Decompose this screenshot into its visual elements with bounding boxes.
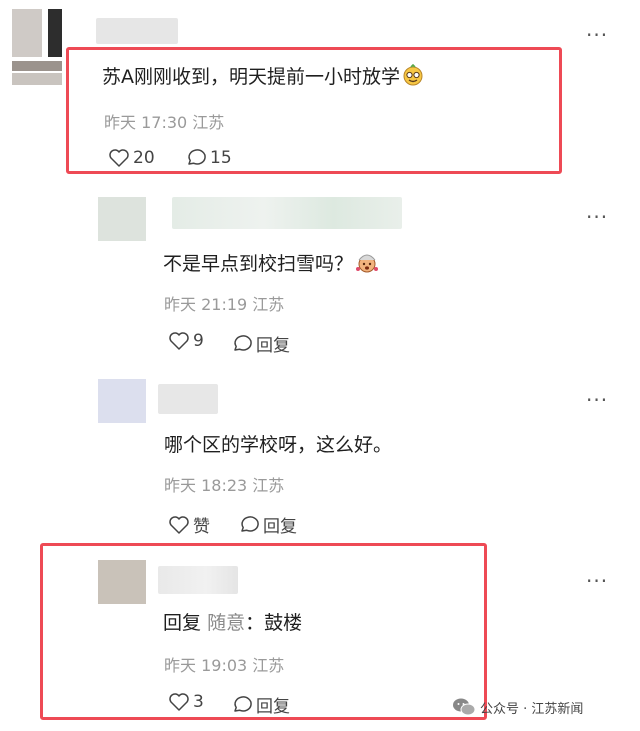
comment-bubble-icon — [234, 334, 252, 351]
comment-text: 回复 随意：鼓楼 — [163, 608, 302, 635]
like-count: 9 — [193, 331, 204, 351]
reply-button[interactable]: 回复 — [238, 512, 297, 537]
reply-button[interactable]: 回复 — [231, 692, 290, 717]
comment-location: 江苏 — [252, 295, 285, 314]
comment-location: 江苏 — [252, 656, 285, 675]
like-count: 3 — [193, 692, 204, 712]
more-options-icon[interactable]: ··· — [586, 390, 608, 410]
comment-meta: 昨天 21:19 江苏 — [164, 291, 284, 315]
comment-location: 江苏 — [252, 476, 285, 495]
comment-time: 昨天 21:19 — [164, 295, 248, 314]
comment-meta: 昨天 18:23 江苏 — [164, 472, 284, 496]
reply-button[interactable]: 回复 — [231, 331, 290, 356]
like-button[interactable]: 9 — [168, 331, 204, 351]
avatar[interactable] — [98, 560, 146, 604]
reply-label: 回复 — [256, 336, 290, 356]
more-options-icon[interactable]: ··· — [586, 571, 608, 591]
comment-text: 哪个区的学校呀，这么好。 — [164, 434, 393, 456]
comment-meta: 昨天 17:30 江苏 — [104, 109, 224, 133]
comment-time: 昨天 19:03 — [164, 656, 248, 675]
comment-time: 昨天 18:23 — [164, 476, 248, 495]
username-blurred[interactable] — [96, 18, 178, 44]
username-blurred[interactable] — [158, 566, 238, 594]
heart-icon — [169, 515, 189, 534]
like-button[interactable]: 赞 — [168, 512, 210, 537]
more-options-icon[interactable]: ··· — [586, 25, 608, 45]
comment-text: 苏A刚刚收到，明天提前一小时放学 — [102, 62, 424, 91]
wechat-icon — [453, 698, 476, 716]
username-blurred[interactable] — [158, 384, 218, 414]
reply-button[interactable]: 15 — [185, 148, 232, 168]
username-blurred[interactable] — [172, 197, 402, 229]
comment-text: 不是早点到校扫雪吗？ — [163, 249, 379, 278]
like-button[interactable]: 3 — [168, 692, 204, 712]
comment-bubble-icon — [241, 515, 259, 532]
like-label: 赞 — [193, 517, 210, 537]
exploding-head-emoji-icon — [355, 251, 379, 278]
more-options-icon[interactable]: ··· — [586, 207, 608, 227]
comment-text-content: 苏A刚刚收到，明天提前一小时放学 — [102, 66, 400, 88]
reply-label: 回复 — [256, 697, 290, 717]
comment-bubble-icon — [234, 695, 252, 712]
watermark-text: 公众号 · 江苏新闻 — [480, 701, 584, 717]
watermark: 公众号 · 江苏新闻 — [452, 697, 583, 717]
comment-location: 江苏 — [192, 113, 225, 132]
comment-text-content: 不是早点到校扫雪吗？ — [163, 253, 354, 275]
avatar[interactable] — [98, 197, 146, 241]
comment-time: 昨天 17:30 — [104, 113, 188, 132]
reply-to-username[interactable]: 随意 — [207, 612, 245, 634]
comment-meta: 昨天 19:03 江苏 — [164, 652, 284, 676]
reply-label: 回复 — [263, 517, 297, 537]
avatar[interactable] — [98, 379, 146, 423]
like-button[interactable]: 20 — [108, 148, 155, 168]
comment-bubble-icon — [188, 149, 206, 165]
avatar[interactable] — [12, 9, 62, 85]
comment-text-content: ：鼓楼 — [245, 612, 303, 634]
nerd-face-emoji-icon — [402, 63, 424, 91]
reply-prefix: 回复 — [163, 612, 202, 634]
heart-icon — [109, 149, 129, 167]
reply-count: 15 — [210, 148, 232, 168]
heart-icon — [169, 693, 189, 711]
like-count: 20 — [133, 148, 155, 168]
heart-icon — [169, 332, 189, 350]
